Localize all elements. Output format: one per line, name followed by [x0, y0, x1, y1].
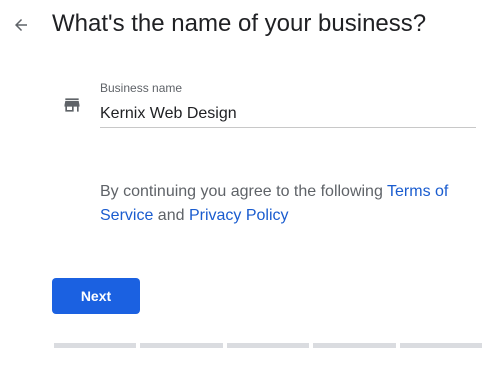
- progress-segment: [313, 343, 396, 348]
- progress-segment: [399, 343, 483, 348]
- input-underline: [100, 127, 476, 128]
- progress-bar: [54, 343, 483, 348]
- arrow-back-icon: [15, 19, 27, 31]
- progress-segment: [140, 343, 223, 348]
- back-button[interactable]: [8, 12, 34, 38]
- legal-text: By continuing you agree to the following: [100, 183, 388, 200]
- privacy-policy-link[interactable]: Privacy Policy: [189, 207, 289, 224]
- progress-segment: [226, 343, 310, 348]
- business-name-page: What's the name of your business? Busine…: [0, 0, 500, 365]
- business-name-label: Business name: [100, 81, 183, 95]
- business-name-input[interactable]: [100, 102, 476, 126]
- page-title: What's the name of your business?: [52, 10, 427, 37]
- legal-notice: By continuing you agree to the following…: [100, 180, 475, 228]
- storefront-icon: [64, 98, 80, 112]
- next-button[interactable]: Next: [52, 278, 140, 314]
- progress-segment: [54, 343, 137, 348]
- legal-conjunction: and: [153, 207, 189, 224]
- business-name-field: Business name: [100, 80, 476, 128]
